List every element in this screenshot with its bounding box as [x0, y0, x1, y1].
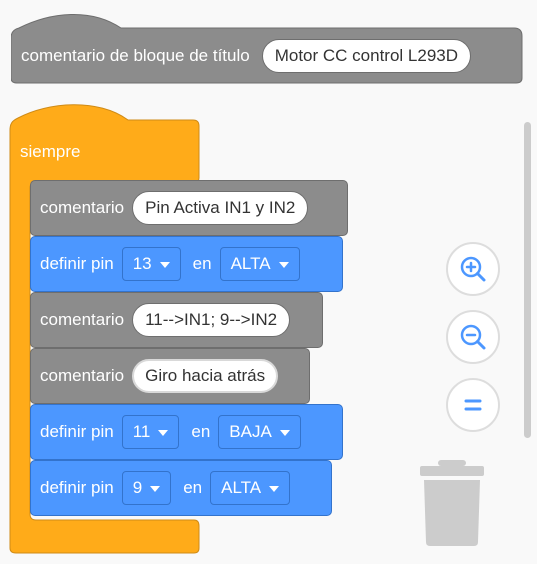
- comment-input-editing[interactable]: Giro hacia atrás: [132, 359, 279, 393]
- chevron-down-icon: [279, 430, 290, 436]
- pin-dropdown[interactable]: 9: [121, 471, 172, 505]
- en-label: en: [183, 478, 203, 497]
- state-value: BAJA: [229, 422, 272, 441]
- state-dropdown[interactable]: ALTA: [210, 471, 291, 505]
- comment-block-label: comentario: [40, 198, 125, 217]
- set-pin-label: definir pin: [40, 254, 114, 273]
- zoom-out-icon: [460, 324, 486, 350]
- zoom-in-icon: [460, 256, 486, 282]
- comment-input[interactable]: 11-->IN1; 9-->IN2: [132, 303, 291, 337]
- state-dropdown[interactable]: ALTA: [219, 247, 300, 281]
- en-label: en: [191, 422, 211, 441]
- comment-input[interactable]: Pin Activa IN1 y IN2: [132, 191, 309, 225]
- set-pin-label: definir pin: [40, 478, 114, 497]
- chevron-down-icon: [278, 262, 289, 268]
- state-dropdown[interactable]: BAJA: [218, 415, 301, 449]
- comment-block[interactable]: comentario Giro hacia atrás: [30, 348, 310, 404]
- chevron-down-icon: [269, 486, 280, 492]
- chevron-down-icon: [159, 262, 170, 268]
- pin-value: 9: [132, 478, 143, 497]
- forever-block-label: siempre: [20, 142, 81, 161]
- forever-block[interactable]: siempre: [10, 138, 130, 166]
- vertical-scrollbar[interactable]: [524, 122, 531, 438]
- zoom-out-button[interactable]: [446, 310, 500, 364]
- title-block[interactable]: comentario de bloque de título Motor CC …: [11, 28, 521, 83]
- state-value: ALTA: [221, 478, 262, 497]
- pin-dropdown[interactable]: 13: [121, 247, 181, 281]
- trash-icon[interactable]: [418, 458, 486, 548]
- set-pin-block[interactable]: definir pin 9 en ALTA: [30, 460, 332, 516]
- en-label: en: [192, 254, 212, 273]
- comment-block[interactable]: comentario 11-->IN1; 9-->IN2: [30, 292, 323, 348]
- comment-block[interactable]: comentario Pin Activa IN1 y IN2: [30, 180, 348, 236]
- comment-block-label: comentario: [40, 366, 125, 385]
- title-block-input[interactable]: Motor CC control L293D: [261, 38, 472, 73]
- set-pin-block[interactable]: definir pin 13 en ALTA: [30, 236, 343, 292]
- title-block-label: comentario de bloque de título: [21, 45, 250, 65]
- pin-dropdown[interactable]: 11: [121, 415, 180, 449]
- set-pin-block[interactable]: definir pin 11 en BAJA: [30, 404, 343, 460]
- zoom-in-button[interactable]: [446, 242, 500, 296]
- equals-icon: [464, 399, 482, 411]
- reset-zoom-button[interactable]: [446, 378, 500, 432]
- pin-value: 13: [132, 254, 152, 273]
- chevron-down-icon: [150, 486, 161, 492]
- comment-block-label: comentario: [40, 310, 125, 329]
- state-value: ALTA: [230, 254, 271, 273]
- chevron-down-icon: [158, 430, 169, 436]
- set-pin-label: definir pin: [40, 422, 114, 441]
- pin-value: 11: [132, 422, 151, 441]
